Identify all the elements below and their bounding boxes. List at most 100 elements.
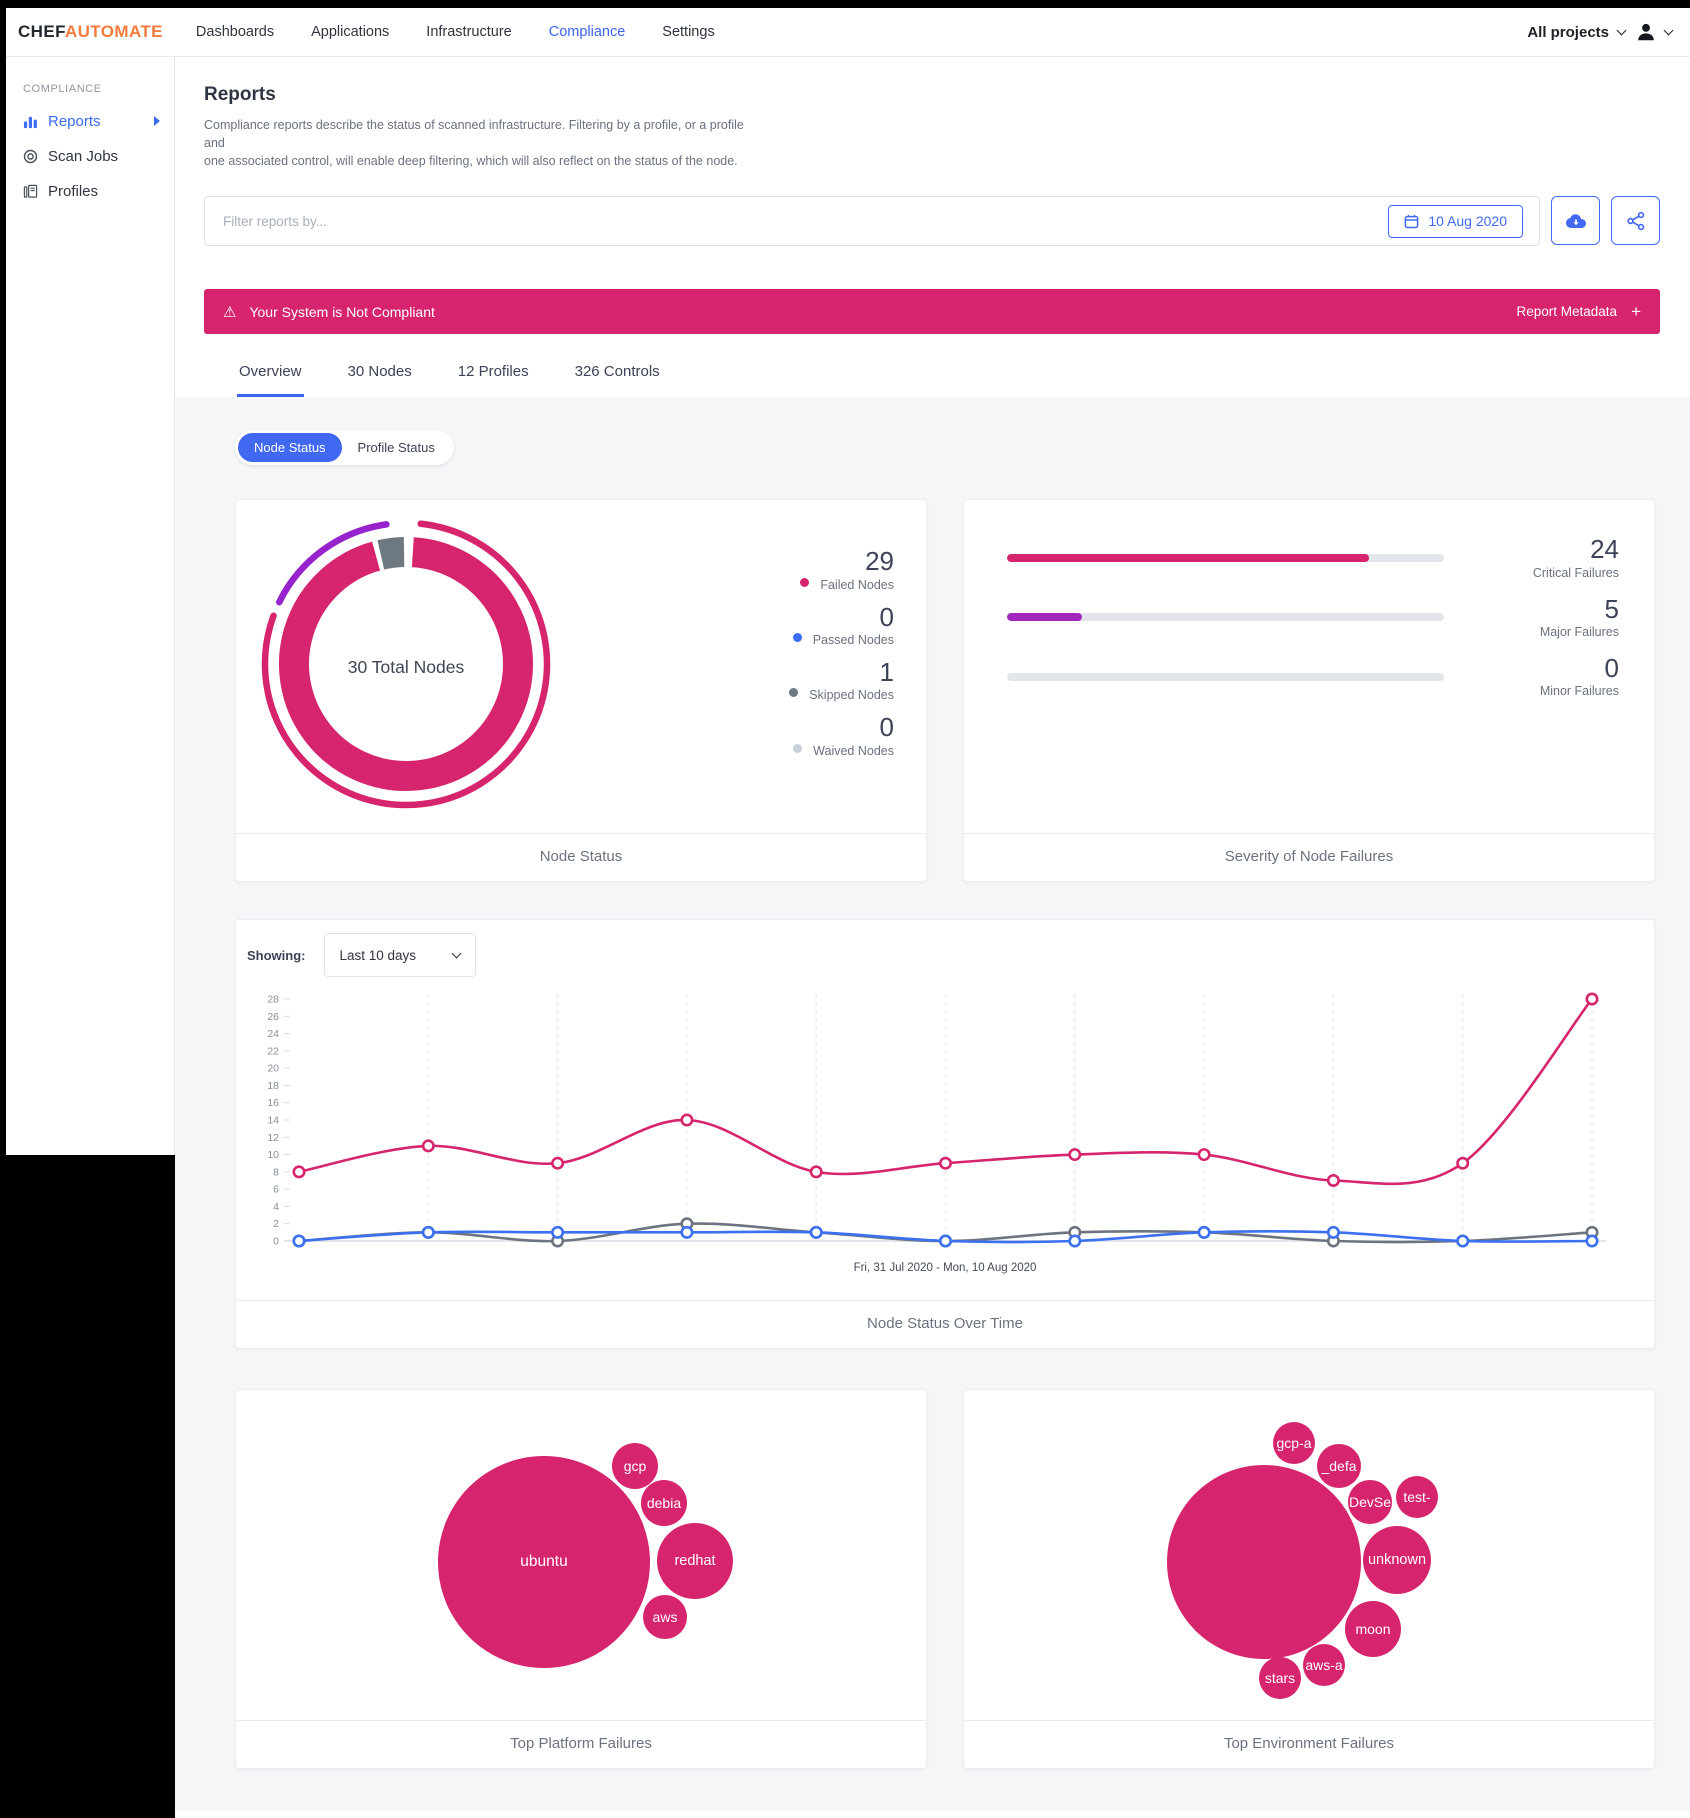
tab-nodes[interactable]: 30 Nodes bbox=[346, 359, 414, 397]
date-picker-label: 10 Aug 2020 bbox=[1428, 213, 1507, 229]
svg-text:14: 14 bbox=[267, 1115, 279, 1127]
node-status-donut-area: 30 Total Nodes 29 Failed Nodes bbox=[236, 500, 926, 833]
tab-controls[interactable]: 326 Controls bbox=[573, 359, 662, 397]
header-right: All projects bbox=[1527, 21, 1672, 43]
bubble-ubuntu[interactable]: ubuntu bbox=[438, 1456, 650, 1668]
share-icon bbox=[1625, 210, 1647, 232]
projects-selector-label: All projects bbox=[1527, 24, 1609, 41]
major-bar-track bbox=[1007, 613, 1444, 621]
window-frame bbox=[0, 0, 6, 1155]
sidebar-item-profiles[interactable]: Profiles bbox=[23, 181, 174, 201]
node-status-pill[interactable]: Node Status bbox=[238, 433, 342, 462]
legend-row-passed: 0 Passed Nodes bbox=[789, 604, 894, 647]
passed-dot-icon bbox=[793, 633, 802, 642]
date-picker-button[interactable]: 10 Aug 2020 bbox=[1388, 205, 1523, 238]
charts-row-3: ubuntugcpdebiaredhataws Top Platform Fai… bbox=[235, 1389, 1655, 1769]
tab-overview[interactable]: Overview bbox=[237, 359, 304, 397]
overview-section: Node Status Profile Status 30 Total Node… bbox=[175, 397, 1690, 1811]
skipped-dot-icon bbox=[789, 688, 798, 697]
bubble-aws-a[interactable]: aws-a bbox=[1303, 1644, 1345, 1686]
chevron-down-icon bbox=[1617, 25, 1627, 35]
critical-label: Critical Failures bbox=[1444, 566, 1619, 580]
projects-selector[interactable]: All projects bbox=[1527, 24, 1625, 41]
trend-chart-area: 0246810121416182022242628 bbox=[236, 977, 1654, 1260]
nav-applications[interactable]: Applications bbox=[311, 24, 389, 40]
window-frame bbox=[0, 0, 345, 8]
user-menu[interactable] bbox=[1635, 21, 1672, 43]
bubble-unlabeled[interactable] bbox=[1167, 1465, 1361, 1659]
main-nav: Dashboards Applications Infrastructure C… bbox=[196, 24, 715, 40]
svg-text:8: 8 bbox=[273, 1167, 279, 1179]
chef-automate-logo[interactable]: CHEFAUTOMATE bbox=[18, 22, 163, 42]
plus-icon: + bbox=[1631, 302, 1641, 322]
environment-bubble-chart: gcp-a_defaDevSetest-unknown moonaws-astar… bbox=[964, 1390, 1654, 1720]
minor-label: Minor Failures bbox=[1444, 684, 1619, 698]
svg-text:2: 2 bbox=[273, 1219, 279, 1231]
legend-row-waived: 0 Waived Nodes bbox=[789, 714, 894, 757]
major-label: Major Failures bbox=[1444, 625, 1619, 639]
bubble-redhat[interactable]: redhat bbox=[657, 1523, 733, 1599]
severity-bars-area: 24 Critical Failures 5 Major Failures bbox=[964, 500, 1654, 833]
svg-text:28: 28 bbox=[267, 994, 279, 1006]
bar-chart-icon bbox=[23, 114, 38, 129]
bubble-test-[interactable]: test- bbox=[1396, 1476, 1438, 1518]
documents-icon bbox=[23, 184, 38, 199]
page-description: Compliance reports describe the status o… bbox=[204, 116, 749, 170]
svg-text:10: 10 bbox=[267, 1149, 279, 1161]
sidebar-item-label: Profiles bbox=[48, 183, 98, 200]
critical-count: 24 bbox=[1444, 536, 1619, 563]
passed-label: Passed Nodes bbox=[813, 633, 894, 647]
svg-text:16: 16 bbox=[267, 1098, 279, 1110]
bubble-unknown[interactable]: unknown bbox=[1363, 1526, 1431, 1594]
sidebar-section-label: COMPLIANCE bbox=[23, 83, 174, 95]
bubble-stars[interactable]: stars bbox=[1259, 1657, 1301, 1699]
severity-row-major: 5 Major Failures bbox=[1007, 590, 1619, 645]
cloud-download-icon bbox=[1564, 209, 1588, 233]
svg-text:0: 0 bbox=[273, 1236, 279, 1248]
profile-status-pill[interactable]: Profile Status bbox=[342, 433, 451, 462]
status-toggle: Node Status Profile Status bbox=[235, 430, 454, 465]
panel-title-severity: Severity of Node Failures bbox=[964, 833, 1654, 881]
failed-dot-icon bbox=[800, 578, 809, 587]
waived-count: 0 bbox=[813, 714, 894, 741]
charts-row-2: Showing: Last 10 days 024681012141618202… bbox=[235, 919, 1655, 1349]
calendar-icon bbox=[1404, 214, 1419, 229]
bubble-_defa[interactable]: _defa bbox=[1317, 1444, 1361, 1488]
nav-settings[interactable]: Settings bbox=[662, 24, 714, 40]
bubble-debia[interactable]: debia bbox=[641, 1480, 687, 1526]
radar-icon bbox=[23, 149, 38, 164]
date-range-select[interactable]: Last 10 days bbox=[324, 933, 476, 977]
panel-title-environment: Top Environment Failures bbox=[964, 1720, 1654, 1768]
bubble-moon[interactable]: moon bbox=[1345, 1601, 1401, 1657]
logo-automate: AUTOMATE bbox=[65, 22, 163, 41]
bubble-DevSe[interactable]: DevSe bbox=[1348, 1480, 1392, 1524]
report-metadata-toggle[interactable]: Report Metadata + bbox=[1517, 302, 1642, 322]
bubble-gcp-a[interactable]: gcp-a bbox=[1273, 1422, 1315, 1464]
nav-dashboards[interactable]: Dashboards bbox=[196, 24, 274, 40]
date-range-value: Last 10 days bbox=[340, 948, 417, 963]
bubble-aws[interactable]: aws bbox=[643, 1595, 687, 1639]
banner-message: Your System is Not Compliant bbox=[249, 304, 434, 320]
sidebar-item-reports[interactable]: Reports bbox=[23, 111, 174, 131]
share-report-button[interactable] bbox=[1611, 196, 1660, 245]
sidebar: COMPLIANCE Reports Scan Jobs bbox=[6, 57, 175, 1155]
filter-reports-input[interactable] bbox=[223, 214, 1388, 229]
passed-count: 0 bbox=[813, 604, 894, 631]
tab-profiles[interactable]: 12 Profiles bbox=[456, 359, 531, 397]
nav-compliance[interactable]: Compliance bbox=[549, 24, 626, 40]
reports-header-section: Reports Compliance reports describe the … bbox=[175, 57, 1690, 397]
svg-text:4: 4 bbox=[273, 1201, 279, 1213]
compliance-banner: ⚠ Your System is Not Compliant Report Me… bbox=[204, 289, 1660, 334]
nav-infrastructure[interactable]: Infrastructure bbox=[426, 24, 511, 40]
sidebar-item-scan-jobs[interactable]: Scan Jobs bbox=[23, 146, 174, 166]
page-description-line2: one associated control, will enable deep… bbox=[204, 152, 749, 170]
app-window: CHEFAUTOMATE Dashboards Applications Inf… bbox=[0, 0, 1690, 1818]
panel-title-platform: Top Platform Failures bbox=[236, 1720, 926, 1768]
major-bar-fill bbox=[1007, 613, 1082, 621]
window-frame bbox=[0, 1155, 175, 1818]
major-count: 5 bbox=[1444, 596, 1619, 623]
download-report-button[interactable] bbox=[1551, 196, 1600, 245]
waived-dot-icon bbox=[793, 744, 802, 753]
panel-title-trend: Node Status Over Time bbox=[236, 1300, 1654, 1348]
failed-count: 29 bbox=[820, 548, 894, 575]
